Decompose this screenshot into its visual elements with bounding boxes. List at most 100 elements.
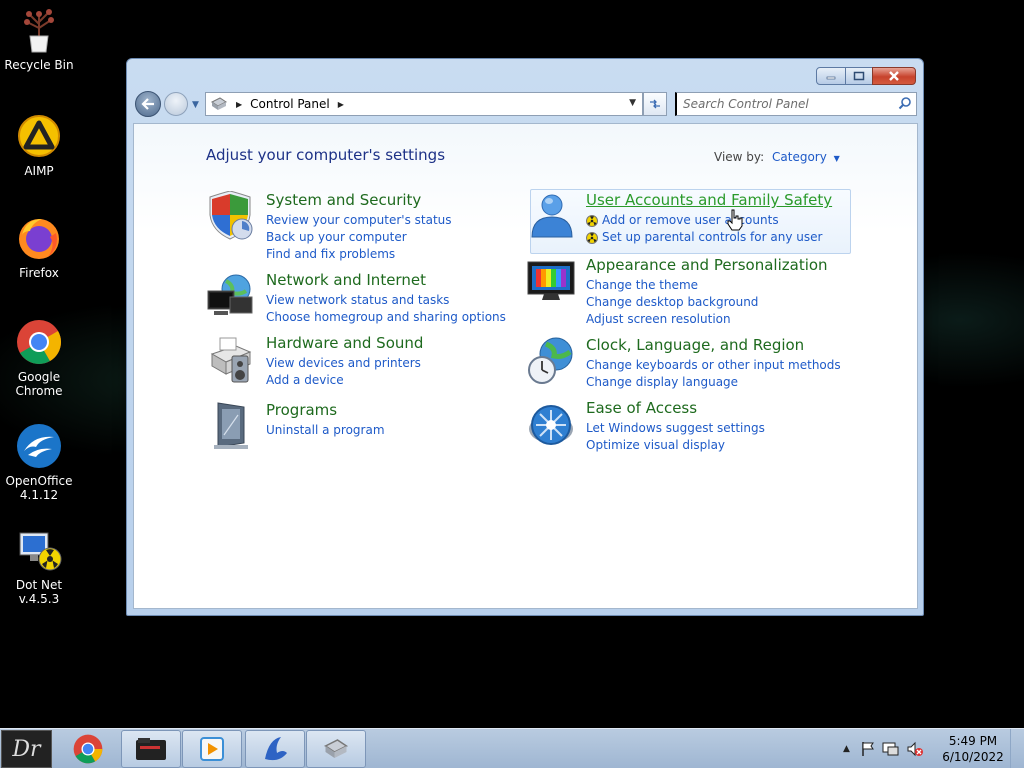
search-icon[interactable] xyxy=(898,96,912,110)
category-link[interactable]: View network status and tasks xyxy=(266,292,506,309)
aimp-icon xyxy=(15,112,63,160)
control-panel-icon xyxy=(211,97,227,110)
shield-icon xyxy=(209,191,253,240)
clock[interactable]: 5:49 PM 6/10/2022 xyxy=(940,733,1006,765)
programs-icon xyxy=(214,402,248,449)
category-title[interactable]: User Accounts and Family Safety xyxy=(586,191,832,209)
category-link-label: Set up parental controls for any user xyxy=(602,230,823,244)
breadcrumb-control-panel[interactable]: Control Panel xyxy=(250,97,330,111)
recycle-bin-plant-icon xyxy=(15,6,63,54)
clock-date: 6/10/2022 xyxy=(942,750,1004,764)
category-link-label: Add or remove user accounts xyxy=(602,213,779,227)
taskbar-media-player[interactable] xyxy=(182,730,242,768)
chevron-down-icon: ▼ xyxy=(833,154,840,163)
taskbar-app[interactable] xyxy=(245,730,305,768)
taskbar: Dr ▲ 5:49 PM 6/10/2022 xyxy=(0,728,1024,768)
close-button[interactable] xyxy=(872,67,916,85)
category-title[interactable]: Hardware and Sound xyxy=(266,334,423,352)
radiation-icon xyxy=(586,214,598,227)
minimize-button[interactable] xyxy=(816,67,846,85)
flag-icon[interactable] xyxy=(860,741,876,757)
category-title[interactable]: System and Security xyxy=(266,191,421,209)
desktop-icon-recycle-bin[interactable]: Recycle Bin xyxy=(2,6,76,72)
control-panel-content: Adjust your computer's settings View by:… xyxy=(133,123,918,609)
network-icon xyxy=(207,274,253,315)
show-hidden-icons-icon[interactable]: ▲ xyxy=(843,744,850,754)
desktop-icon-label: OpenOffice 4.1.12 xyxy=(5,474,73,502)
category-title[interactable]: Network and Internet xyxy=(266,271,426,289)
back-button[interactable] xyxy=(135,91,161,117)
show-desktop-button[interactable] xyxy=(1010,729,1024,768)
firefox-icon xyxy=(15,214,63,262)
desktop-icon-firefox[interactable]: Firefox xyxy=(2,214,76,280)
taskbar-control-panel[interactable] xyxy=(306,730,366,768)
category-link[interactable]: Review your computer's status xyxy=(266,212,452,229)
category-link[interactable]: Add a device xyxy=(266,372,421,389)
arrow-left-icon xyxy=(141,98,154,110)
category-title[interactable]: Programs xyxy=(266,401,337,419)
desktop-icon-aimp[interactable]: AIMP xyxy=(2,112,76,178)
category-link[interactable]: Change display language xyxy=(586,374,841,391)
desktop-icon-label: Recycle Bin xyxy=(4,58,74,72)
category-title[interactable]: Appearance and Personalization xyxy=(586,256,828,274)
volume-muted-icon[interactable] xyxy=(906,741,924,757)
refresh-button[interactable] xyxy=(643,92,667,116)
taskbar-chrome[interactable] xyxy=(58,730,118,768)
category-title[interactable]: Clock, Language, and Region xyxy=(586,336,804,354)
media-player-icon xyxy=(200,737,224,761)
network-tray-icon[interactable] xyxy=(882,741,900,757)
hand-cursor-icon xyxy=(727,209,743,231)
refresh-icon xyxy=(650,99,660,109)
category-link[interactable]: Set up parental controls for any user xyxy=(586,229,822,246)
recent-pages-dropdown[interactable]: ▼ xyxy=(192,100,199,110)
page-title: Adjust your computer's settings xyxy=(206,146,446,164)
category-link[interactable]: Choose homegroup and sharing options xyxy=(266,309,506,326)
view-by-label: View by: xyxy=(714,150,765,164)
category-title[interactable]: Ease of Access xyxy=(586,399,697,417)
start-button[interactable]: Dr xyxy=(1,730,52,768)
printer-icon xyxy=(210,337,252,383)
category-link[interactable]: Let Windows suggest settings xyxy=(586,420,765,437)
app-icon xyxy=(265,737,287,761)
category-link[interactable]: Optimize visual display xyxy=(586,437,765,454)
forward-button[interactable] xyxy=(164,92,188,116)
desktop-icon-dotnet[interactable]: Dot Net v.4.5.3 xyxy=(2,526,76,606)
search-placeholder: Search Control Panel xyxy=(683,97,809,111)
radiation-icon xyxy=(586,231,598,244)
clock-globe-icon xyxy=(528,337,573,384)
monitor-icon xyxy=(527,261,575,300)
address-bar[interactable]: ▶ Control Panel ▶ ▼ xyxy=(205,92,643,116)
maximize-button[interactable] xyxy=(845,67,873,85)
folder-icon xyxy=(136,738,166,760)
chrome-icon xyxy=(73,734,103,764)
category-link[interactable]: Adjust screen resolution xyxy=(586,311,758,328)
category-link[interactable]: View devices and printers xyxy=(266,355,421,372)
desktop-icon-openoffice[interactable]: OpenOffice 4.1.12 xyxy=(2,422,76,502)
control-panel-icon xyxy=(324,739,348,758)
view-by-dropdown[interactable]: Category ▼ xyxy=(772,150,840,164)
address-dropdown[interactable]: ▼ xyxy=(629,98,636,108)
control-panel-window: ▼ ▶ Control Panel ▶ ▼ Search Control Pan… xyxy=(126,58,924,616)
openoffice-icon xyxy=(15,422,63,470)
desktop-icon-chrome[interactable]: Google Chrome xyxy=(2,318,76,398)
taskbar-explorer[interactable] xyxy=(121,730,181,768)
category-link[interactable]: Change desktop background xyxy=(586,294,758,311)
category-link[interactable]: Back up your computer xyxy=(266,229,452,246)
desktop-icon-label: Dot Net v.4.5.3 xyxy=(15,578,63,606)
breadcrumb-separator[interactable]: ▶ xyxy=(338,100,344,109)
category-link[interactable]: Uninstall a program xyxy=(266,422,385,439)
system-tray: ▲ xyxy=(843,729,924,768)
category-link[interactable]: Change keyboards or other input methods xyxy=(586,357,841,374)
navigation-bar: ▼ ▶ Control Panel ▶ ▼ Search Control Pan… xyxy=(135,91,917,117)
ease-of-access-icon xyxy=(529,405,573,445)
desktop-icon-label: Google Chrome xyxy=(15,370,63,398)
search-input[interactable]: Search Control Panel xyxy=(675,92,917,116)
clock-time: 5:49 PM xyxy=(948,734,998,748)
category-link[interactable]: Add or remove user accounts xyxy=(586,212,822,229)
desktop-icon-label: AIMP xyxy=(24,164,54,178)
user-icon xyxy=(531,194,573,238)
category-link[interactable]: Find and fix problems xyxy=(266,246,452,263)
breadcrumb-separator[interactable]: ▶ xyxy=(236,100,242,109)
category-link[interactable]: Change the theme xyxy=(586,277,758,294)
chrome-icon xyxy=(15,318,63,366)
